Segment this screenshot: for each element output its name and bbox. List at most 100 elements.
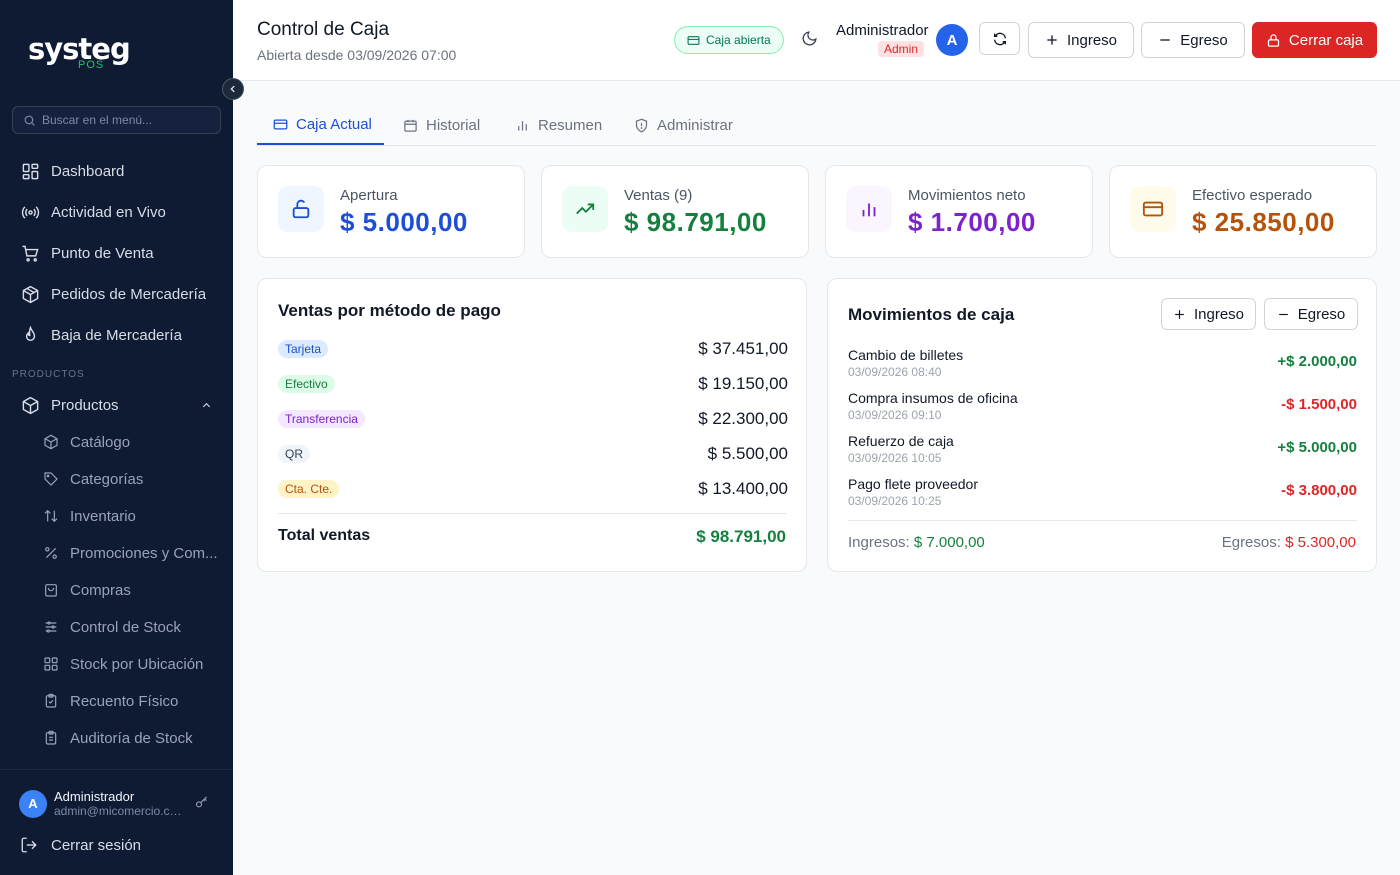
movement-time: 03/09/2026 10:05 (848, 451, 942, 465)
movement-amount: +$ 2.000,00 (1277, 353, 1357, 370)
sidebar-item-punto-venta[interactable]: Punto de Venta (0, 235, 233, 271)
movement-time: 03/09/2026 08:40 (848, 365, 942, 379)
close-register-button[interactable]: Cerrar caja (1252, 22, 1377, 58)
sidebar-item-label: Dashboard (51, 162, 125, 180)
movement-name: Cambio de billetes (848, 347, 964, 363)
movement-amount: -$ 3.800,00 (1281, 482, 1357, 499)
method-pill: Cta. Cte. (278, 480, 340, 498)
method-amount: $ 5.500,00 (707, 444, 788, 463)
logout-icon (21, 837, 37, 853)
tab-caja-actual[interactable]: Caja Actual (257, 106, 384, 145)
moon-icon[interactable] (801, 30, 818, 52)
method-pill: QR (278, 445, 310, 463)
method-amount: $ 22.300,00 (698, 409, 788, 428)
stat-label: Movimientos neto (908, 187, 1026, 204)
header-ingreso-label: Ingreso (1066, 31, 1118, 49)
tag-icon (42, 470, 60, 488)
movement-amount: -$ 1.500,00 (1281, 396, 1357, 413)
user-name: Administrador (54, 789, 135, 804)
sidebar-item-control-stock[interactable]: Control de Stock (0, 610, 233, 644)
stat-card-movimientos: Movimientos neto $ 1.700,00 (825, 165, 1093, 258)
header-user-name: Administrador (836, 22, 929, 39)
plus-icon (1173, 308, 1186, 321)
stat-card-ventas: Ventas (9) $ 98.791,00 (541, 165, 809, 258)
sidebar-item-auditoria[interactable]: Auditoría de Stock (0, 721, 233, 755)
sidebar-item-categorias[interactable]: Categorías (0, 462, 233, 496)
movement-name: Refuerzo de caja (848, 433, 954, 449)
movement-egreso-button[interactable]: Egreso (1264, 298, 1358, 330)
movement-row: Compra insumos de oficina 03/09/2026 09:… (848, 390, 1357, 426)
egresos-summary: Egresos: $ 5.300,00 (1222, 534, 1356, 551)
movements-card: Movimientos de caja Ingreso Egreso Cambi… (827, 278, 1377, 572)
stat-icon-box (278, 186, 324, 232)
logout-button[interactable]: Cerrar sesión (20, 836, 141, 854)
sidebar-item-baja[interactable]: Baja de Mercadería (0, 317, 233, 353)
sidebar-item-promociones[interactable]: Promociones y Com... (0, 536, 233, 570)
refresh-button[interactable] (979, 22, 1020, 55)
unlock-icon (292, 199, 310, 219)
sidebar-item-pedidos[interactable]: Pedidos de Mercadería (0, 276, 233, 312)
sidebar-item-compras[interactable]: Compras (0, 573, 233, 607)
stat-value: $ 1.700,00 (908, 207, 1036, 237)
sidebar-item-label: Punto de Venta (51, 244, 154, 262)
cart-icon (20, 243, 40, 263)
brand-logo[interactable]: systeg POS (28, 32, 148, 76)
movement-row: Pago flete proveedor 03/09/2026 10:25 -$… (848, 476, 1357, 512)
box-icon (20, 395, 40, 415)
menu-search-input[interactable] (42, 113, 212, 127)
stat-label: Efectivo esperado (1192, 187, 1313, 204)
minus-icon (1158, 33, 1172, 47)
tab-historial[interactable]: Historial (403, 106, 480, 145)
ingresos-value: $ 7.000,00 (913, 534, 985, 551)
tab-administrar[interactable]: Administrar (634, 106, 733, 145)
header-egreso-label: Egreso (1180, 31, 1228, 49)
shield-icon (634, 118, 649, 133)
payment-row: Cta. Cte. $ 13.400,00 (278, 477, 788, 501)
percent-icon (42, 544, 60, 562)
sidebar-item-inventario[interactable]: Inventario (0, 499, 233, 533)
card-icon (687, 35, 700, 45)
method-pill: Tarjeta (278, 340, 329, 358)
stat-label: Ventas (9) (624, 187, 693, 204)
movement-time: 03/09/2026 10:25 (848, 494, 942, 508)
sidebar-item-label: Control de Stock (70, 618, 181, 636)
sidebar-item-label: Actividad en Vivo (51, 203, 166, 221)
menu-search (12, 106, 221, 134)
refresh-icon (993, 32, 1006, 45)
movement-amount: +$ 5.000,00 (1277, 439, 1357, 456)
header-egreso-button[interactable]: Egreso (1141, 22, 1245, 58)
sidebar-item-stock-ubicacion[interactable]: Stock por Ubicación (0, 647, 233, 681)
stat-label: Apertura (340, 187, 398, 204)
sidebar-item-dashboard[interactable]: Dashboard (0, 153, 233, 189)
tab-resumen[interactable]: Resumen (515, 106, 602, 145)
sidebar-footer: A Administrador admin@micomercio.com Cer… (0, 769, 233, 875)
avatar[interactable]: A (936, 24, 968, 56)
sidebar-item-recuento[interactable]: Recuento Físico (0, 684, 233, 718)
status-badge-label: Caja abierta (706, 33, 771, 47)
sidebar-item-label: Baja de Mercadería (51, 326, 182, 344)
card-icon (273, 117, 288, 132)
key-icon[interactable] (194, 795, 209, 815)
sidebar-item-label: Pedidos de Mercadería (51, 285, 207, 303)
stat-value: $ 25.850,00 (1192, 207, 1335, 237)
grid-icon (42, 655, 60, 673)
sidebar-item-actividad[interactable]: Actividad en Vivo (0, 194, 233, 230)
movement-ingreso-button[interactable]: Ingreso (1161, 298, 1256, 330)
sidebar-group-productos[interactable]: Productos (0, 387, 233, 423)
calendar-icon (403, 118, 418, 133)
header-ingreso-button[interactable]: Ingreso (1028, 22, 1134, 58)
user-email: admin@micomercio.com (54, 804, 182, 818)
stat-icon-box (1130, 186, 1176, 232)
payment-row: Transferencia $ 22.300,00 (278, 407, 788, 431)
movement-ingreso-label: Ingreso (1193, 305, 1245, 323)
payment-row: QR $ 5.500,00 (278, 442, 788, 466)
user-profile[interactable]: A Administrador admin@micomercio.com (19, 789, 182, 818)
section-label-productos: PRODUCTOS (12, 369, 85, 380)
top-header: Control de Caja Abierta desde 03/09/2026… (233, 0, 1400, 81)
sidebar-item-label: Catálogo (70, 433, 131, 451)
sidebar-item-catalogo[interactable]: Catálogo (0, 425, 233, 459)
page-subtitle: Abierta desde 03/09/2026 07:00 (257, 47, 457, 63)
search-icon (24, 115, 35, 126)
sidebar-collapse-button[interactable] (222, 78, 244, 100)
tab-label: Historial (426, 117, 481, 134)
